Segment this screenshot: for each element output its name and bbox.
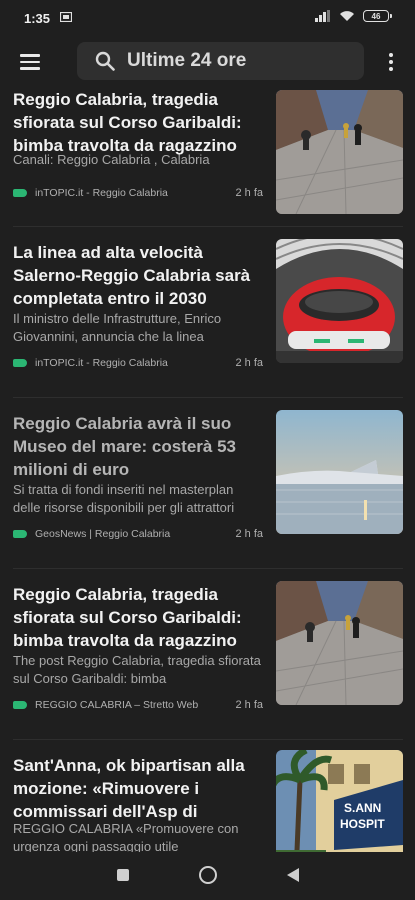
article-age: 2 h fa (235, 528, 263, 540)
article-source-row: inTOPIC.it - Reggio Calabria 2 h fa (13, 355, 263, 371)
source-tag-icon (13, 359, 27, 367)
article-source-row: inTOPIC.it - Reggio Calabria 2 h fa (13, 185, 263, 201)
article-thumbnail[interactable]: S.ANN HOSPIT (276, 750, 403, 852)
home-button[interactable] (199, 866, 217, 884)
search-query: Ultime 24 ore (127, 50, 247, 71)
back-button[interactable] (287, 868, 299, 882)
status-icons: 46 (315, 10, 392, 22)
article-age: 2 h fa (235, 187, 263, 199)
more-vert-icon (389, 53, 393, 57)
article-snippet: REGGIO CALABRIA «Promuovere con urgenza … (13, 821, 239, 852)
article-snippet: Si tratta di fondi inseriti nel masterpl… (13, 482, 235, 515)
museum-photo (276, 410, 403, 534)
article-card[interactable]: Sant'Anna, ok bipartisan alla mozione: «… (0, 740, 415, 852)
signal-icon (315, 10, 330, 22)
article-source: REGGIO CALABRIA – Stretto Web (35, 699, 199, 711)
article-thumbnail[interactable] (276, 410, 403, 534)
article-age: 2 h fa (235, 357, 263, 369)
article-thumbnail[interactable] (276, 239, 403, 363)
wifi-icon (340, 11, 354, 21)
menu-button[interactable] (14, 46, 46, 78)
article-thumbnail[interactable] (276, 90, 403, 214)
recent-apps-button[interactable] (117, 869, 129, 881)
battery-level: 46 (371, 11, 381, 21)
article-snippet: Canali: Reggio Calabria , Calabria (13, 152, 210, 167)
source-tag-icon (13, 189, 27, 197)
top-app-bar: Ultime 24 ore (0, 38, 415, 86)
more-options-button[interactable] (381, 50, 401, 74)
source-tag-icon (13, 701, 27, 709)
source-tag-icon (13, 530, 27, 538)
train-photo (276, 239, 403, 363)
article-card[interactable]: Reggio Calabria avrà il suo Museo del ma… (0, 398, 415, 568)
news-feed[interactable]: Reggio Calabria, tragedia sfiorata sul C… (0, 86, 415, 852)
article-card[interactable]: La linea ad alta velocità Salerno-Reggio… (0, 227, 415, 397)
article-snippet: The post Reggio Calabria, tragedia sfior… (13, 653, 261, 686)
article-card[interactable]: Reggio Calabria, tragedia sfiorata sul C… (0, 86, 415, 226)
article-age: 2 h fa (235, 699, 263, 711)
article-source: inTOPIC.it - Reggio Calabria (35, 357, 168, 369)
search-icon (95, 51, 115, 71)
article-source: inTOPIC.it - Reggio Calabria (35, 187, 168, 199)
status-time: 1:35 (24, 11, 51, 26)
article-title[interactable]: Reggio Calabria, tragedia sfiorata sul C… (13, 583, 263, 652)
article-title[interactable]: Sant'Anna, ok bipartisan alla mozione: «… (13, 754, 263, 823)
article-card[interactable]: Reggio Calabria, tragedia sfiorata sul C… (0, 569, 415, 739)
status-bar: 1:35 46 (0, 0, 415, 38)
article-thumbnail[interactable] (276, 581, 403, 705)
article-title[interactable]: Reggio Calabria avrà il suo Museo del ma… (13, 412, 263, 481)
article-source-row: REGGIO CALABRIA – Stretto Web 2 h fa (13, 697, 263, 713)
system-nav-bar (0, 852, 415, 900)
battery-icon: 46 (363, 10, 392, 22)
article-source: GeosNews | Reggio Calabria (35, 528, 171, 540)
hospital-photo: S.ANN HOSPIT (276, 750, 403, 852)
menu-icon (20, 54, 40, 57)
article-title[interactable]: La linea ad alta velocità Salerno-Reggio… (13, 241, 263, 310)
article-snippet: Il ministro delle Infrastrutture, Enrico… (13, 311, 222, 344)
sim-icon (60, 12, 72, 22)
article-title[interactable]: Reggio Calabria, tragedia sfiorata sul C… (13, 88, 263, 157)
street-photo (276, 581, 403, 705)
article-source-row: GeosNews | Reggio Calabria 2 h fa (13, 526, 263, 542)
street-photo (276, 90, 403, 214)
search-box[interactable]: Ultime 24 ore (77, 42, 364, 80)
